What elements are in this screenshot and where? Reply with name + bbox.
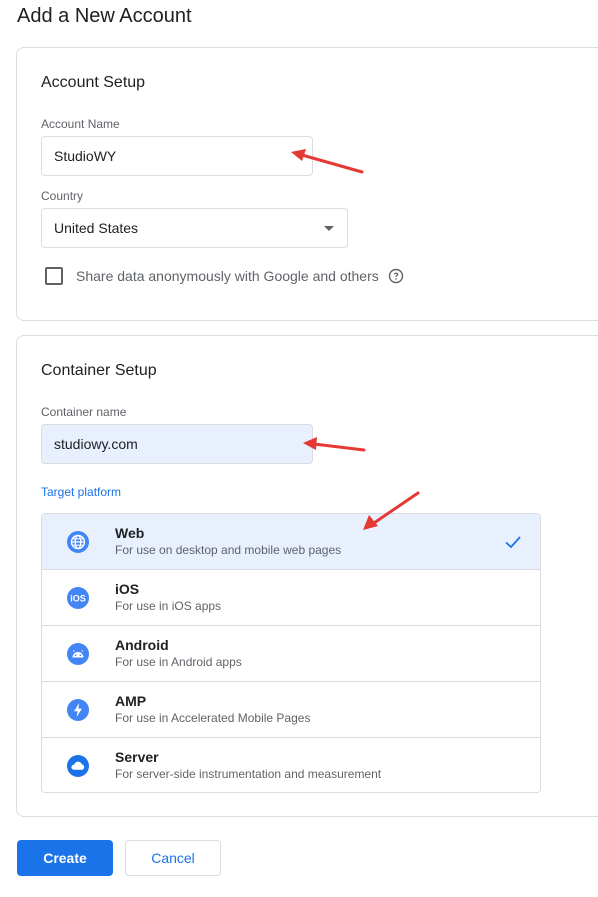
country-label: Country — [41, 189, 84, 203]
share-data-checkbox[interactable] — [45, 267, 63, 285]
cloud-icon — [67, 755, 89, 777]
container-name-input[interactable]: studiowy.com — [41, 424, 313, 464]
annotation-arrow-container-name — [303, 437, 366, 452]
country-selected-value: United States — [54, 220, 139, 236]
platform-option-android[interactable]: Android For use in Android apps — [42, 626, 540, 682]
check-icon — [505, 536, 521, 549]
container-setup-card: Container Setup Container name studiowy.… — [16, 335, 598, 817]
share-data-label: Share data anonymously with Google and o… — [76, 268, 379, 284]
container-setup-title: Container Setup — [41, 362, 157, 379]
platform-description: For server-side instrumentation and meas… — [115, 767, 382, 781]
platform-name: Android — [115, 637, 169, 653]
platform-description: For use in iOS apps — [115, 599, 222, 613]
share-data-row: Share data anonymously with Google and o… — [45, 266, 404, 286]
amp-icon — [67, 699, 89, 721]
globe-icon — [67, 531, 89, 553]
platform-description: For use in Accelerated Mobile Pages — [115, 711, 311, 725]
account-setup-title: Account Setup — [41, 74, 146, 91]
platform-name: iOS — [115, 581, 140, 597]
container-name-label: Container name — [41, 405, 127, 419]
annotation-arrow-account-name — [291, 149, 364, 174]
platform-option-amp[interactable]: AMP For use in Accelerated Mobile Pages — [42, 682, 540, 738]
platform-option-web[interactable]: Web For use on desktop and mobile web pa… — [42, 514, 540, 570]
account-name-input[interactable]: StudioWY — [41, 136, 313, 176]
platform-list: Web For use on desktop and mobile web pa… — [41, 513, 541, 793]
platform-description: For use in Android apps — [115, 655, 242, 669]
dropdown-caret-icon — [324, 226, 334, 231]
annotation-arrow-web — [363, 491, 420, 530]
target-platform-label: Target platform — [41, 485, 122, 499]
page-title: Add a New Account — [17, 5, 192, 27]
cancel-button[interactable]: Cancel — [125, 840, 221, 876]
android-icon — [67, 643, 89, 665]
platform-name: Server — [115, 749, 159, 765]
platform-option-ios[interactable]: iOS iOS For use in iOS apps — [42, 570, 540, 626]
platform-name: AMP — [115, 693, 147, 709]
ios-icon: iOS — [67, 587, 89, 609]
help-icon[interactable] — [388, 268, 404, 284]
platform-option-server[interactable]: Server For server-side instrumentation a… — [42, 738, 540, 792]
svg-text:iOS: iOS — [70, 594, 86, 604]
create-button[interactable]: Create — [17, 840, 113, 876]
platform-description: For use on desktop and mobile web pages — [115, 543, 342, 557]
country-select[interactable]: United States — [41, 208, 348, 248]
account-name-label: Account Name — [41, 117, 120, 131]
account-setup-card: Account Setup Account Name StudioWY Coun… — [16, 47, 598, 321]
platform-name: Web — [115, 525, 145, 541]
